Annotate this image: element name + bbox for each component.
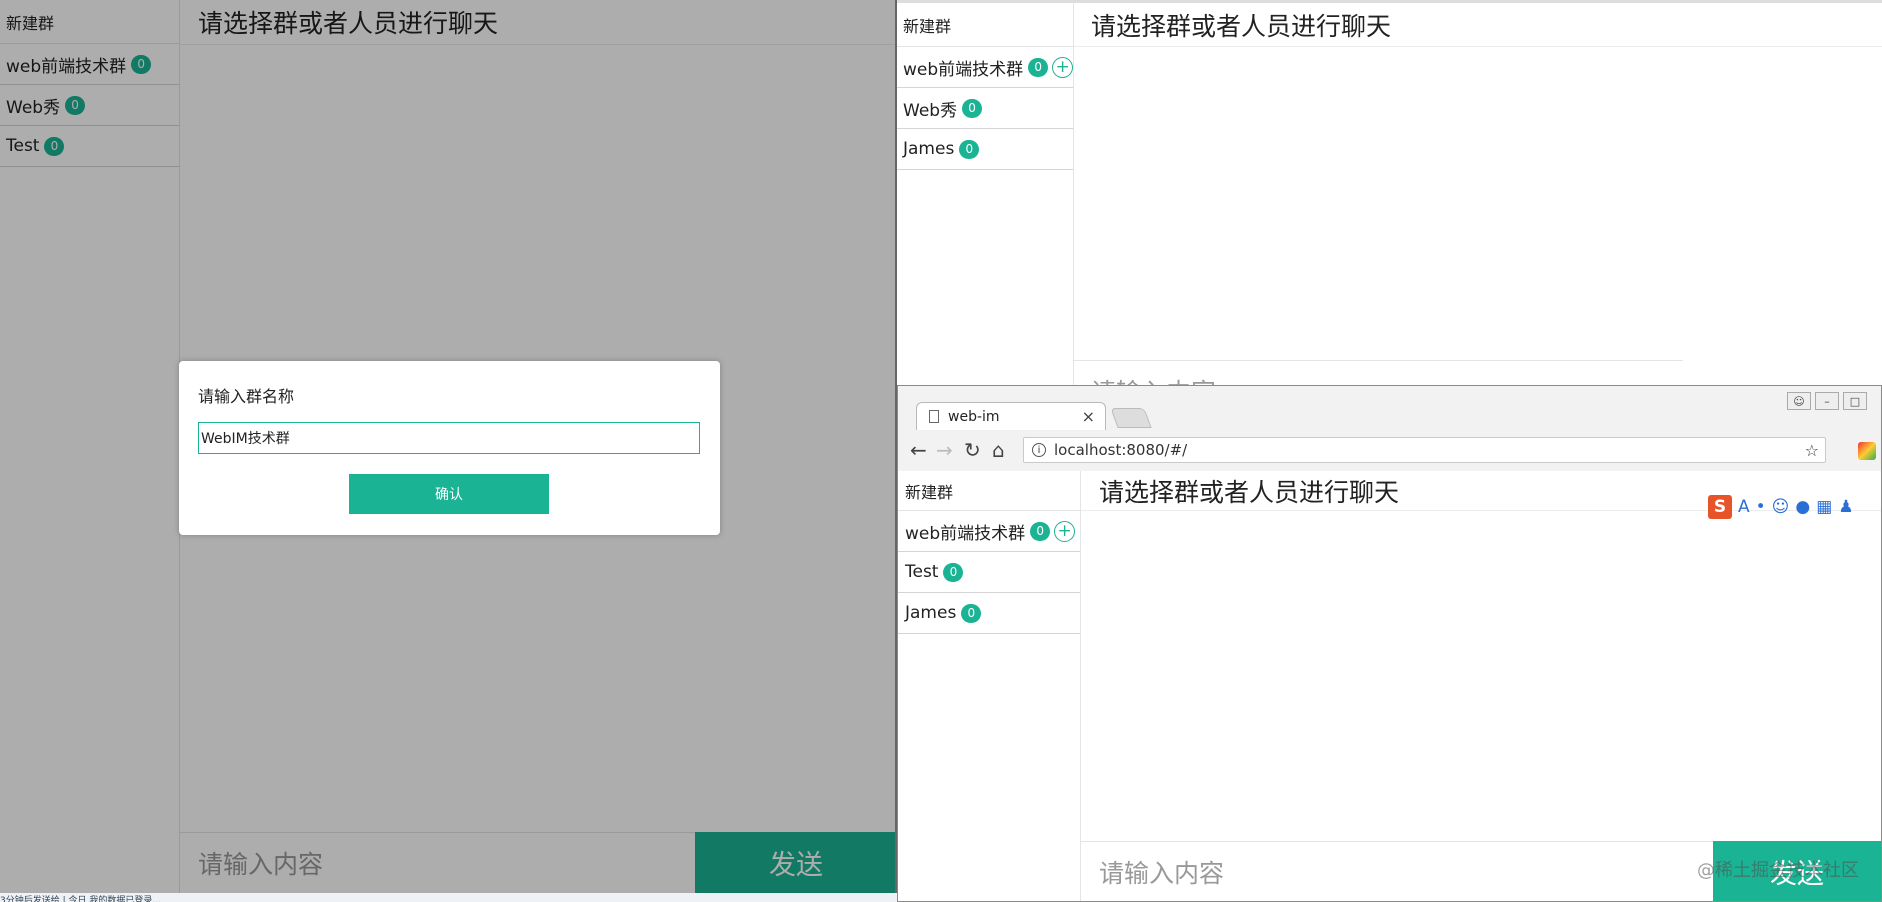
plus-icon[interactable]: + bbox=[1052, 56, 1073, 78]
info-icon: i bbox=[1032, 443, 1046, 457]
browser-window: web-im × ☺ – □ ← → ↻ ⌂ i localhost:8080/… bbox=[897, 385, 1882, 902]
watermark: @稀土掘金技术社区 bbox=[1697, 860, 1859, 881]
unread-badge: 0 bbox=[961, 603, 982, 623]
sidebar: 新建群 web前端技术群 0 + Test 0 James 0 bbox=[898, 471, 1081, 901]
new-tab-button[interactable] bbox=[1110, 408, 1152, 428]
sidebar-item-label: web前端技术群 bbox=[905, 523, 1026, 544]
group-name-value: WebIM技术群 bbox=[201, 431, 290, 447]
browser-tab[interactable]: web-im × bbox=[916, 402, 1106, 430]
user-icon[interactable]: ♟ bbox=[1838, 497, 1853, 517]
sidebar-item-webxiu[interactable]: Web秀 0 bbox=[897, 88, 1073, 129]
sidebar-item-james[interactable]: James 0 bbox=[897, 129, 1073, 170]
left-window: 新建群 web前端技术群 0 Web秀 0 Test 0 请选择群或者人员进行聊… bbox=[0, 0, 897, 893]
file-icon bbox=[929, 410, 939, 423]
status-bar: 3分钟后发送给 | 今日 我的数据已登录... bbox=[0, 893, 897, 902]
sogou-logo-icon[interactable]: S bbox=[1708, 495, 1732, 519]
top-right-window: 新建群 web前端技术群 0 + Web秀 0 James 0 请选择群或者人员… bbox=[897, 0, 1882, 385]
minimize-icon[interactable]: – bbox=[1815, 392, 1839, 410]
new-group-button[interactable]: 新建群 bbox=[898, 471, 1080, 511]
sidebar: 新建群 web前端技术群 0 + Web秀 0 James 0 bbox=[897, 3, 1074, 385]
create-group-dialog: 请输入群名称 WebIM技术群 确认 bbox=[179, 361, 720, 535]
bottom-right-app: 新建群 web前端技术群 0 + Test 0 James 0 请选择群或者人员… bbox=[898, 471, 1881, 901]
star-icon[interactable]: ☆ bbox=[1805, 441, 1819, 460]
maximize-icon[interactable]: □ bbox=[1843, 392, 1867, 410]
sidebar-item-test[interactable]: Test 0 bbox=[898, 552, 1080, 593]
sidebar-item-label: Web秀 bbox=[903, 100, 958, 121]
microphone-icon[interactable]: ● bbox=[1795, 497, 1810, 517]
sidebar-item-label: James bbox=[905, 603, 957, 623]
sidebar-item-label: web前端技术群 bbox=[903, 59, 1024, 80]
chat-title: 请选择群或者人员进行聊天 bbox=[1074, 3, 1882, 47]
reload-icon[interactable]: ↻ bbox=[964, 438, 981, 462]
url-text: localhost:8080/#/ bbox=[1054, 441, 1188, 459]
address-bar[interactable]: i localhost:8080/#/ ☆ bbox=[1023, 437, 1826, 463]
confirm-button[interactable]: 确认 bbox=[349, 474, 549, 514]
unread-badge: 0 bbox=[1030, 521, 1051, 541]
group-name-input[interactable]: WebIM技术群 bbox=[198, 422, 700, 454]
forward-icon[interactable]: → bbox=[936, 438, 953, 462]
message-input[interactable]: 请输入内容 bbox=[1081, 841, 1713, 901]
extension-icon[interactable] bbox=[1858, 442, 1876, 460]
close-icon[interactable]: × bbox=[1082, 407, 1095, 426]
tab-title: web-im bbox=[948, 408, 1000, 425]
sidebar-item-web-group[interactable]: web前端技术群 0 + bbox=[898, 511, 1080, 552]
sidebar-item-web-group[interactable]: web前端技术群 0 + bbox=[897, 47, 1073, 88]
ime-toolbar: S A • ☺ ● ▦ ♟ bbox=[1708, 494, 1854, 520]
plus-icon[interactable]: + bbox=[1054, 520, 1076, 542]
sidebar-item-label: James bbox=[903, 139, 955, 159]
user-icon[interactable]: ☺ bbox=[1787, 392, 1811, 410]
punctuation-icon[interactable]: • bbox=[1756, 497, 1766, 517]
ime-letter-icon[interactable]: A bbox=[1738, 497, 1750, 517]
unread-badge: 0 bbox=[959, 139, 980, 159]
sidebar-item-label: Test bbox=[905, 562, 939, 582]
unread-badge: 0 bbox=[1028, 57, 1049, 77]
keyboard-icon[interactable]: ▦ bbox=[1816, 497, 1832, 517]
message-input[interactable]: 请输入内容 bbox=[1074, 360, 1683, 385]
unread-badge: 0 bbox=[943, 562, 964, 582]
unread-badge: 0 bbox=[962, 98, 983, 118]
back-icon[interactable]: ← bbox=[910, 438, 927, 462]
sidebar-item-james[interactable]: James 0 bbox=[898, 593, 1080, 634]
home-icon[interactable]: ⌂ bbox=[992, 438, 1005, 462]
emoji-icon[interactable]: ☺ bbox=[1772, 497, 1790, 517]
dialog-title: 请输入群名称 bbox=[198, 387, 295, 406]
new-group-button[interactable]: 新建群 bbox=[897, 3, 1073, 47]
